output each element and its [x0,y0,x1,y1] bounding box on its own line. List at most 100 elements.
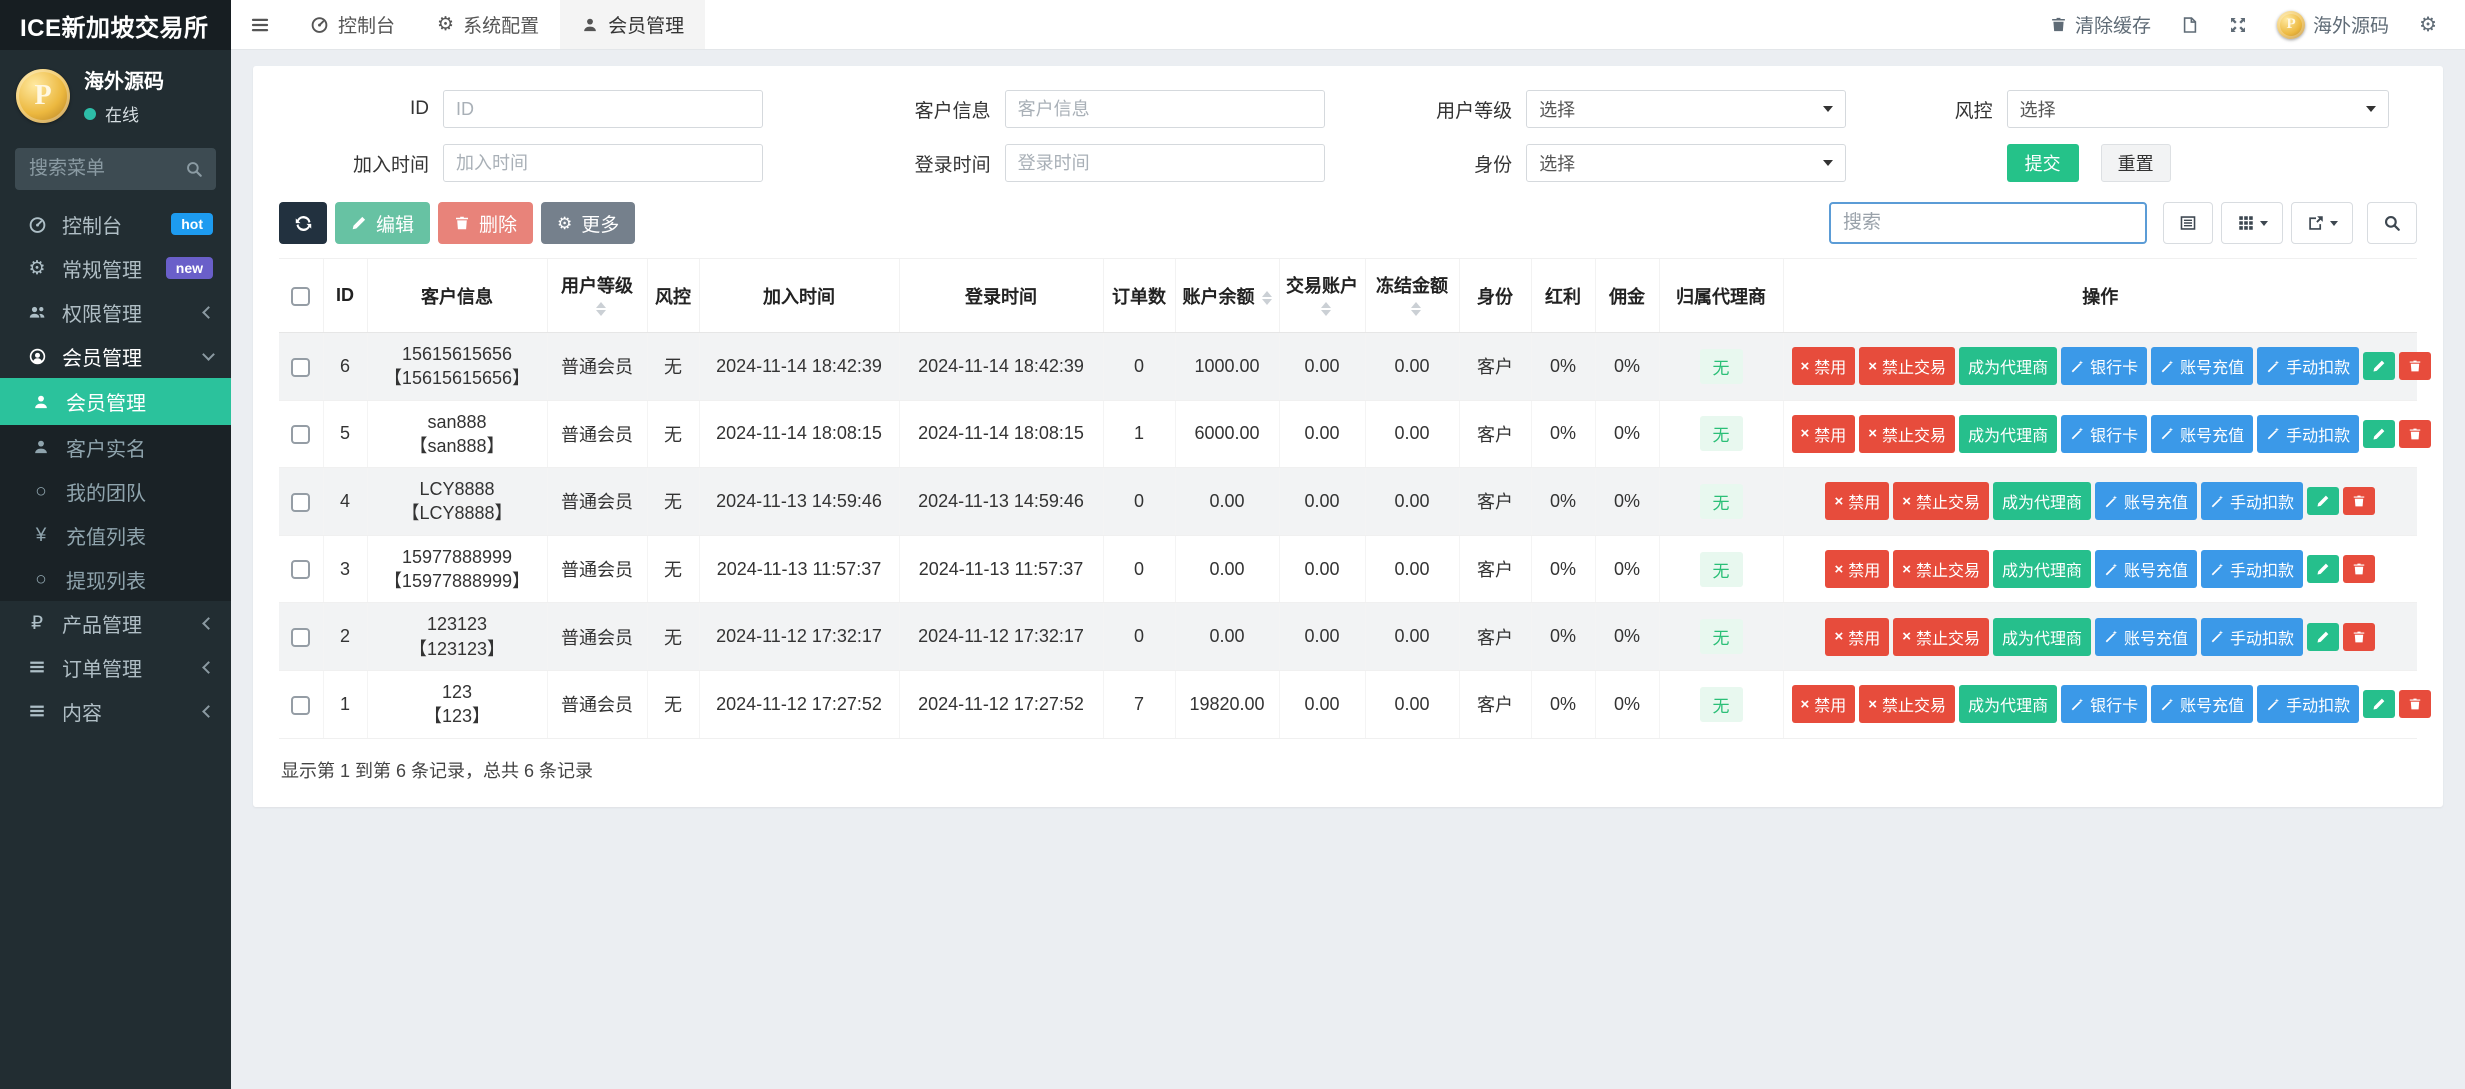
disable-button[interactable]: ×禁用 [1792,685,1856,723]
delete-row-button[interactable] [2399,420,2431,448]
disable-button[interactable]: ×禁用 [1792,415,1856,453]
row-checkbox[interactable] [291,358,310,377]
sidebar-subitem-我的团队[interactable]: ○ 我的团队 [0,469,231,513]
hamburger-button[interactable] [231,0,289,49]
customer-info-input[interactable] [1005,90,1325,128]
forbid-trade-button[interactable]: ×禁止交易 [1859,415,1955,453]
sidebar-item-控制台[interactable]: 控制台 hot [0,202,231,246]
table-search-input[interactable] [1829,202,2147,244]
row-checkbox[interactable] [291,696,310,715]
edit-row-button[interactable] [2307,555,2339,583]
settings-button[interactable]: ⚙ [2419,15,2437,35]
recharge-button[interactable]: 账号充值 [2151,685,2253,723]
edit-row-button[interactable] [2307,623,2339,651]
clear-cache-button[interactable]: 清除缓存 [2050,11,2151,38]
disable-button[interactable]: ×禁用 [1825,550,1889,588]
refresh-button[interactable] [279,202,327,244]
become-agent-button[interactable]: 成为代理商 [1993,482,2091,520]
bank-card-button[interactable]: 银行卡 [2061,347,2147,385]
sidebar-item-订单管理[interactable]: 订单管理 [0,645,231,689]
select-all-checkbox[interactable] [291,287,310,306]
tab-系统配置[interactable]: ⚙系统配置 [416,0,560,49]
sidebar-item-产品管理[interactable]: ₽ 产品管理 [0,601,231,645]
edit-row-button[interactable] [2307,487,2339,515]
delete-row-button[interactable] [2399,690,2431,718]
become-agent-button[interactable]: 成为代理商 [1959,685,2057,723]
sidebar-subitem-充值列表[interactable]: ¥ 充值列表 [0,513,231,557]
edit-row-button[interactable] [2363,420,2395,448]
sidebar-item-权限管理[interactable]: 权限管理 [0,290,231,334]
column-header-trade[interactable]: 交易账户 [1279,259,1365,333]
become-agent-button[interactable]: 成为代理商 [1993,550,2091,588]
delete-button[interactable]: 删除 [438,202,533,244]
forbid-trade-button[interactable]: ×禁止交易 [1893,618,1989,656]
delete-row-button[interactable] [2343,555,2375,583]
sidebar-subitem-客户实名[interactable]: 客户实名 [0,425,231,469]
join-time-input[interactable] [443,144,763,182]
deduct-button[interactable]: 手动扣款 [2201,550,2303,588]
login-time-input[interactable] [1005,144,1325,182]
row-checkbox[interactable] [291,425,310,444]
sort-icon[interactable] [1321,302,1331,316]
column-header-balance[interactable]: 账户余额 [1175,259,1279,333]
recharge-button[interactable]: 账号充值 [2151,415,2253,453]
sidebar-item-常规管理[interactable]: ⚙ 常规管理 new [0,246,231,290]
disable-button[interactable]: ×禁用 [1792,347,1856,385]
more-button[interactable]: ⚙ 更多 [541,202,635,244]
sidebar-subitem-会员管理[interactable]: 会员管理 [0,378,231,425]
deduct-button[interactable]: 手动扣款 [2201,482,2303,520]
row-checkbox[interactable] [291,628,310,647]
forbid-trade-button[interactable]: ×禁止交易 [1859,347,1955,385]
reset-button[interactable]: 重置 [2101,144,2171,182]
export-button[interactable] [2291,202,2353,244]
deduct-button[interactable]: 手动扣款 [2201,618,2303,656]
deduct-button[interactable]: 手动扣款 [2257,415,2359,453]
submit-button[interactable]: 提交 [2007,144,2079,182]
user-level-select[interactable]: 选择 [1526,90,1846,128]
become-agent-button[interactable]: 成为代理商 [1993,618,2091,656]
refresh-page-button[interactable] [2181,16,2199,34]
tab-控制台[interactable]: 控制台 [289,0,416,49]
search-button[interactable] [2367,202,2417,244]
disable-button[interactable]: ×禁用 [1825,482,1889,520]
become-agent-button[interactable]: 成为代理商 [1959,415,2057,453]
sort-icon[interactable] [1262,291,1272,305]
id-input[interactable] [443,90,763,128]
cell-login-time: 2024-11-13 11:57:37 [899,535,1103,603]
tab-会员管理[interactable]: 会员管理 [560,0,705,49]
forbid-trade-button[interactable]: ×禁止交易 [1893,482,1989,520]
become-agent-button[interactable]: 成为代理商 [1959,347,2057,385]
edit-button[interactable]: 编辑 [335,202,430,244]
risk-select[interactable]: 选择 [2007,90,2389,128]
column-header-frozen[interactable]: 冻结金额 [1365,259,1459,333]
row-checkbox[interactable] [291,560,310,579]
navbar-user[interactable]: P 海外源码 [2277,11,2389,39]
delete-row-button[interactable] [2343,487,2375,515]
row-checkbox[interactable] [291,493,310,512]
edit-row-button[interactable] [2363,352,2395,380]
recharge-button[interactable]: 账号充值 [2151,347,2253,385]
fullscreen-button[interactable] [2229,16,2247,34]
column-header-level[interactable]: 用户等级 [547,259,647,333]
sidebar-item-会员管理[interactable]: 会员管理 [0,334,231,378]
recharge-button[interactable]: 账号充值 [2095,618,2197,656]
delete-row-button[interactable] [2343,623,2375,651]
forbid-trade-button[interactable]: ×禁止交易 [1893,550,1989,588]
detail-view-button[interactable] [2163,202,2213,244]
disable-button[interactable]: ×禁用 [1825,618,1889,656]
sidebar-item-内容[interactable]: 内容 [0,689,231,733]
bank-card-button[interactable]: 银行卡 [2061,415,2147,453]
sort-icon[interactable] [596,302,606,316]
columns-button[interactable] [2221,202,2283,244]
recharge-button[interactable]: 账号充值 [2095,550,2197,588]
forbid-trade-button[interactable]: ×禁止交易 [1859,685,1955,723]
delete-row-button[interactable] [2399,352,2431,380]
recharge-button[interactable]: 账号充值 [2095,482,2197,520]
deduct-button[interactable]: 手动扣款 [2257,685,2359,723]
identity-select[interactable]: 选择 [1526,144,1846,182]
bank-card-button[interactable]: 银行卡 [2061,685,2147,723]
sort-icon[interactable] [1411,302,1421,316]
sidebar-subitem-提现列表[interactable]: ○ 提现列表 [0,557,231,601]
edit-row-button[interactable] [2363,690,2395,718]
deduct-button[interactable]: 手动扣款 [2257,347,2359,385]
